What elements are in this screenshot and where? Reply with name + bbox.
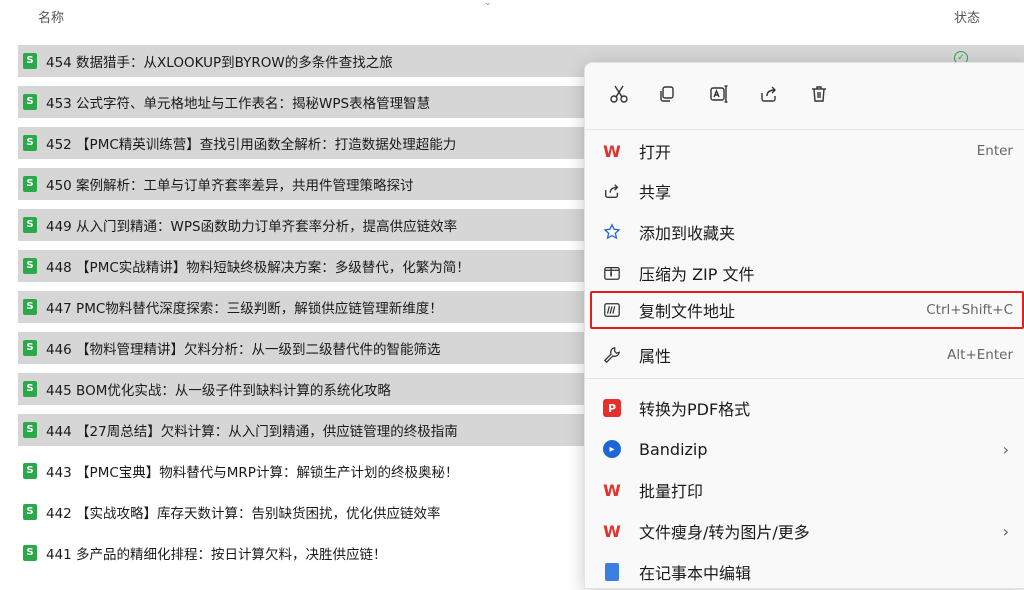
pdf-icon: P bbox=[601, 397, 623, 419]
menu-item-label: 压缩为 ZIP 文件 bbox=[639, 265, 755, 284]
menu-item-edit-in-notepad[interactable]: 在记事本中编辑 bbox=[591, 554, 1023, 590]
menu-item-copy-path[interactable]: 复制文件地址 Ctrl+Shift+C bbox=[590, 291, 1024, 329]
star-icon bbox=[601, 221, 623, 243]
sort-indicator: ⌄ bbox=[484, 0, 492, 8]
rename-icon[interactable] bbox=[706, 81, 732, 107]
chevron-right-icon: › bbox=[1002, 439, 1009, 459]
quick-actions-bar bbox=[585, 63, 1024, 129]
spreadsheet-file-icon bbox=[23, 340, 37, 356]
file-name: 448 【PMC实战精讲】物料短缺终极解决方案：多级替代，化繁为简！ bbox=[46, 260, 470, 276]
share-icon[interactable] bbox=[756, 81, 782, 107]
file-name: 441 多产品的精细化排程：按日计算欠料，决胜供应链！ bbox=[46, 547, 387, 563]
menu-item-label: 转换为PDF格式 bbox=[639, 400, 751, 419]
wps-icon: W bbox=[603, 141, 621, 161]
menu-item-shortcut: Ctrl+Shift+C bbox=[926, 302, 1013, 318]
menu-item-open[interactable]: W 打开 Enter bbox=[591, 133, 1023, 169]
zip-icon bbox=[601, 262, 623, 284]
spreadsheet-file-icon bbox=[23, 94, 37, 110]
menu-item-label: 在记事本中编辑 bbox=[639, 564, 752, 583]
cut-icon[interactable] bbox=[606, 81, 632, 107]
menu-item-file-slim-more[interactable]: W 文件瘦身/转为图片/更多 › bbox=[591, 513, 1023, 549]
spreadsheet-file-icon bbox=[23, 258, 37, 274]
spreadsheet-file-icon bbox=[23, 545, 37, 561]
file-name: 444 【27周总结】欠料计算：从入门到精通，供应链管理的终极指南 bbox=[46, 424, 458, 440]
share-icon bbox=[601, 180, 623, 202]
file-name: 447 PMC物料替代深度探索：三级判断，解锁供应链管理新维度！ bbox=[46, 301, 443, 317]
menu-item-label: 共享 bbox=[639, 183, 672, 202]
menu-item-compress-zip[interactable]: 压缩为 ZIP 文件 bbox=[591, 255, 1023, 291]
menu-item-label: 文件瘦身/转为图片/更多 bbox=[639, 523, 810, 542]
spreadsheet-file-icon bbox=[23, 381, 37, 397]
menu-item-properties[interactable]: 属性 Alt+Enter bbox=[591, 337, 1023, 373]
menu-item-label: 打开 bbox=[639, 143, 672, 162]
spreadsheet-file-icon bbox=[23, 504, 37, 520]
spreadsheet-file-icon bbox=[23, 135, 37, 151]
spreadsheet-file-icon bbox=[23, 53, 37, 69]
menu-item-batch-print[interactable]: W 批量打印 bbox=[591, 472, 1023, 508]
file-name: 443 【PMC宝典】物料替代与MRP计算：解锁生产计划的终极奥秘！ bbox=[46, 465, 459, 481]
menu-item-add-favorites[interactable]: 添加到收藏夹 bbox=[591, 214, 1023, 250]
menu-item-shortcut: Alt+Enter bbox=[947, 347, 1013, 363]
pdf-glyph: P bbox=[603, 399, 621, 417]
file-name: 452 【PMC精英训练营】查找引用函数全解析：打造数据处理超能力 bbox=[46, 137, 457, 153]
spreadsheet-file-icon bbox=[23, 217, 37, 233]
context-menu: W 打开 Enter 共享 添加到收藏夹 压缩为 ZIP 文件 复制文件地址 C… bbox=[584, 62, 1024, 589]
file-name: 450 案例解析：工单与订单齐套率差异，共用件管理策略探讨 bbox=[46, 178, 414, 194]
bandizip-icon: ▸ bbox=[601, 438, 623, 460]
column-name-header[interactable]: 名称 bbox=[38, 7, 64, 26]
column-header: 名称 ⌄ 状态 bbox=[0, 0, 1024, 34]
wps-icon: W bbox=[603, 521, 621, 541]
wps-icon: W bbox=[603, 480, 621, 500]
chevron-right-icon: › bbox=[1002, 521, 1009, 541]
menu-item-bandizip[interactable]: ▸ Bandizip › bbox=[591, 431, 1023, 467]
file-name: 445 BOM优化实战：从一级子件到缺料计算的系统化攻略 bbox=[46, 383, 391, 399]
menu-item-label: 复制文件地址 bbox=[639, 302, 736, 321]
notepad-icon bbox=[601, 561, 623, 583]
copy-icon[interactable] bbox=[654, 81, 680, 107]
menu-item-share[interactable]: 共享 bbox=[591, 173, 1023, 209]
wrench-icon bbox=[601, 344, 623, 366]
spreadsheet-file-icon bbox=[23, 176, 37, 192]
menu-item-label: 添加到收藏夹 bbox=[639, 224, 736, 243]
menu-item-label: Bandizip bbox=[639, 439, 708, 459]
menu-divider bbox=[585, 129, 1024, 130]
file-name: 454 数据猎手：从XLOOKUP到BYROW的多条件查找之旅 bbox=[46, 55, 393, 71]
spreadsheet-file-icon bbox=[23, 463, 37, 479]
menu-item-convert-pdf[interactable]: P 转换为PDF格式 bbox=[591, 390, 1023, 426]
file-name: 442 【实战攻略】库存天数计算：告别缺货困扰，优化供应链效率 bbox=[46, 506, 441, 522]
file-name: 446 【物料管理精讲】欠料分析：从一级到二级替代件的智能筛选 bbox=[46, 342, 441, 358]
menu-divider bbox=[585, 378, 1024, 379]
file-name: 453 公式字符、单元格地址与工作表名：揭秘WPS表格管理智慧 bbox=[46, 96, 431, 112]
spreadsheet-file-icon bbox=[23, 299, 37, 315]
menu-item-shortcut: Enter bbox=[976, 143, 1013, 159]
spreadsheet-file-icon bbox=[23, 422, 37, 438]
copy-path-icon bbox=[601, 299, 623, 321]
menu-item-label: 属性 bbox=[639, 347, 672, 366]
menu-item-label: 批量打印 bbox=[639, 482, 704, 501]
column-status-header[interactable]: 状态 bbox=[954, 7, 980, 26]
file-name: 449 从入门到精通：WPS函数助力订单齐套率分析，提高供应链效率 bbox=[46, 219, 458, 235]
delete-icon[interactable] bbox=[806, 81, 832, 107]
